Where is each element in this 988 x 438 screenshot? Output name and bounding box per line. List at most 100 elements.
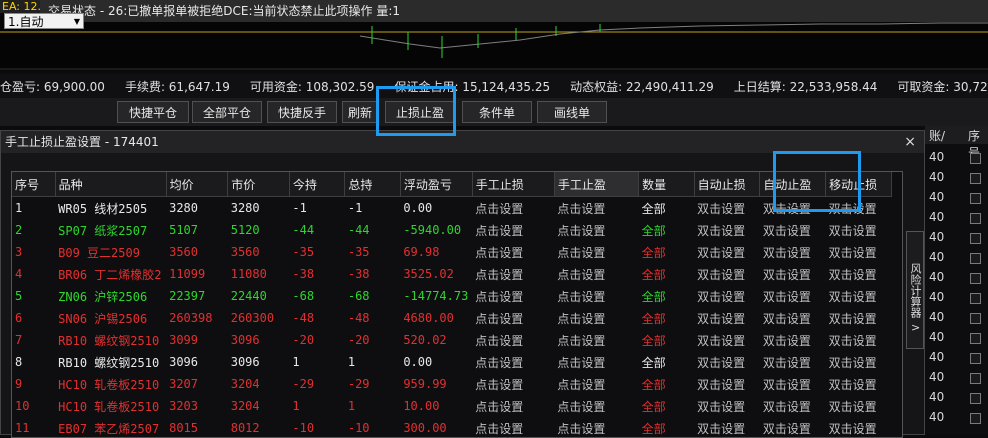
chevron-right-icon[interactable]: > xyxy=(911,321,920,334)
column-header[interactable]: 总持 xyxy=(345,172,400,197)
set-cell[interactable]: 全部 xyxy=(639,307,694,329)
row-checkbox[interactable] xyxy=(970,333,981,344)
row-checkbox[interactable] xyxy=(970,413,981,424)
table-row[interactable]: 4BR06 丁二烯橡胶21109911080-38-383525.02点击设置点… xyxy=(12,263,892,285)
column-header[interactable]: 市价 xyxy=(228,172,290,197)
set-cell[interactable]: 双击设置 xyxy=(760,329,826,351)
set-cell[interactable]: 点击设置 xyxy=(554,197,638,220)
table-row[interactable]: 10HC10 轧卷板2510320332041110.00点击设置点击设置全部双… xyxy=(12,395,892,417)
set-cell[interactable]: 双击设置 xyxy=(694,329,760,351)
table-row[interactable]: 9HC10 轧卷板251032073204-29-29959.99点击设置点击设… xyxy=(12,373,892,395)
row-checkbox[interactable] xyxy=(970,213,981,224)
set-cell[interactable]: 双击设置 xyxy=(694,219,760,241)
set-cell[interactable]: 双击设置 xyxy=(760,373,826,395)
set-cell[interactable]: 双击设置 xyxy=(760,395,826,417)
set-cell[interactable]: 双击设置 xyxy=(826,395,892,417)
close-all-button[interactable]: 全部平仓 xyxy=(192,101,262,123)
set-cell[interactable]: 双击设置 xyxy=(826,197,892,220)
set-cell[interactable]: 双击设置 xyxy=(694,307,760,329)
set-cell[interactable]: 点击设置 xyxy=(472,263,554,285)
column-header[interactable]: 手工止损 xyxy=(472,172,554,197)
set-cell[interactable]: 双击设置 xyxy=(826,329,892,351)
set-cell[interactable]: 全部 xyxy=(639,285,694,307)
set-cell[interactable]: 双击设置 xyxy=(694,395,760,417)
refresh-button[interactable]: 刷新 xyxy=(342,101,378,123)
column-header[interactable]: 移动止损 xyxy=(826,172,892,197)
row-checkbox[interactable] xyxy=(970,173,981,184)
set-cell[interactable]: 双击设置 xyxy=(826,373,892,395)
set-cell[interactable]: 双击设置 xyxy=(760,219,826,241)
set-cell[interactable]: 双击设置 xyxy=(694,241,760,263)
set-cell[interactable]: 点击设置 xyxy=(554,307,638,329)
column-header[interactable]: 浮动盈亏 xyxy=(400,172,472,197)
set-cell[interactable]: 点击设置 xyxy=(472,373,554,395)
row-checkbox[interactable] xyxy=(970,313,981,324)
column-header[interactable]: 自动止损 xyxy=(694,172,760,197)
close-icon[interactable]: × xyxy=(904,131,916,153)
row-checkbox[interactable] xyxy=(970,153,981,164)
set-cell[interactable]: 全部 xyxy=(639,219,694,241)
set-cell[interactable]: 点击设置 xyxy=(554,263,638,285)
stop-loss-profit-button[interactable]: 止损止盈 xyxy=(385,101,455,123)
set-cell[interactable]: 双击设置 xyxy=(694,373,760,395)
set-cell[interactable]: 双击设置 xyxy=(694,263,760,285)
row-checkbox[interactable] xyxy=(970,393,981,404)
row-checkbox[interactable] xyxy=(970,293,981,304)
row-checkbox[interactable] xyxy=(970,373,981,384)
column-header[interactable]: 数量 xyxy=(639,172,694,197)
set-cell[interactable]: 全部 xyxy=(639,241,694,263)
column-header[interactable]: 今持 xyxy=(289,172,344,197)
set-cell[interactable]: 点击设置 xyxy=(554,285,638,307)
set-cell[interactable]: 双击设置 xyxy=(760,197,826,220)
set-cell[interactable]: 点击设置 xyxy=(472,395,554,417)
set-cell[interactable]: 双击设置 xyxy=(826,241,892,263)
set-cell[interactable]: 全部 xyxy=(639,351,694,373)
set-cell[interactable]: 双击设置 xyxy=(760,241,826,263)
mode-select[interactable]: 1.自动 ▼ xyxy=(4,13,84,29)
set-cell[interactable]: 全部 xyxy=(639,197,694,220)
set-cell[interactable]: 点击设置 xyxy=(472,219,554,241)
set-cell[interactable]: 点击设置 xyxy=(554,241,638,263)
set-cell[interactable]: 双击设置 xyxy=(760,263,826,285)
row-checkbox[interactable] xyxy=(970,353,981,364)
table-row[interactable]: 8RB10 螺纹钢251030963096110.00点击设置点击设置全部双击设… xyxy=(12,351,892,373)
set-cell[interactable]: 双击设置 xyxy=(826,307,892,329)
column-header[interactable]: 自动止盈 xyxy=(760,172,826,197)
set-cell[interactable]: 双击设置 xyxy=(694,197,760,220)
row-checkbox[interactable] xyxy=(970,233,981,244)
line-order-button[interactable]: 画线单 xyxy=(537,101,607,123)
set-cell[interactable]: 点击设置 xyxy=(472,241,554,263)
set-cell[interactable]: 全部 xyxy=(639,373,694,395)
set-cell[interactable]: 双击设置 xyxy=(826,351,892,373)
set-cell[interactable]: 双击设置 xyxy=(760,307,826,329)
set-cell[interactable]: 全部 xyxy=(639,395,694,417)
table-row[interactable]: 1WR05 线材250532803280-1-10.00点击设置点击设置全部双击… xyxy=(12,197,892,220)
set-cell[interactable]: 全部 xyxy=(639,329,694,351)
set-cell[interactable]: 点击设置 xyxy=(472,329,554,351)
set-cell[interactable]: 点击设置 xyxy=(472,285,554,307)
set-cell[interactable]: 双击设置 xyxy=(760,285,826,307)
set-cell[interactable]: 点击设置 xyxy=(554,329,638,351)
table-row[interactable]: 3B09 豆二250935603560-35-3569.98点击设置点击设置全部… xyxy=(12,241,892,263)
set-cell[interactable]: 全部 xyxy=(639,263,694,285)
set-cell[interactable]: 点击设置 xyxy=(554,373,638,395)
quick-reverse-button[interactable]: 快捷反手 xyxy=(267,101,337,123)
set-cell[interactable]: 点击设置 xyxy=(472,307,554,329)
set-cell[interactable]: 点击设置 xyxy=(554,395,638,417)
table-row[interactable]: 7RB10 螺纹钢251030993096-20-20520.02点击设置点击设… xyxy=(12,329,892,351)
column-header[interactable]: 序号 xyxy=(12,172,55,197)
set-cell[interactable]: 双击设置 xyxy=(826,263,892,285)
set-cell[interactable]: 双击设置 xyxy=(826,285,892,307)
set-cell[interactable]: 点击设置 xyxy=(472,197,554,220)
table-row[interactable]: 5ZN06 沪锌25062239722440-68-68-14774.73点击设… xyxy=(12,285,892,307)
row-checkbox[interactable] xyxy=(970,273,981,284)
column-header[interactable]: 均价 xyxy=(166,172,228,197)
set-cell[interactable]: 双击设置 xyxy=(694,351,760,373)
set-cell[interactable]: 点击设置 xyxy=(554,219,638,241)
table-row[interactable]: 2SP07 纸浆250751075120-44-44-5940.00点击设置点击… xyxy=(12,219,892,241)
set-cell[interactable]: 双击设置 xyxy=(826,219,892,241)
column-header[interactable]: 品种 xyxy=(55,172,166,197)
row-checkbox[interactable] xyxy=(970,253,981,264)
set-cell[interactable]: 点击设置 xyxy=(554,351,638,373)
column-header[interactable]: 手工止盈 xyxy=(554,172,638,197)
